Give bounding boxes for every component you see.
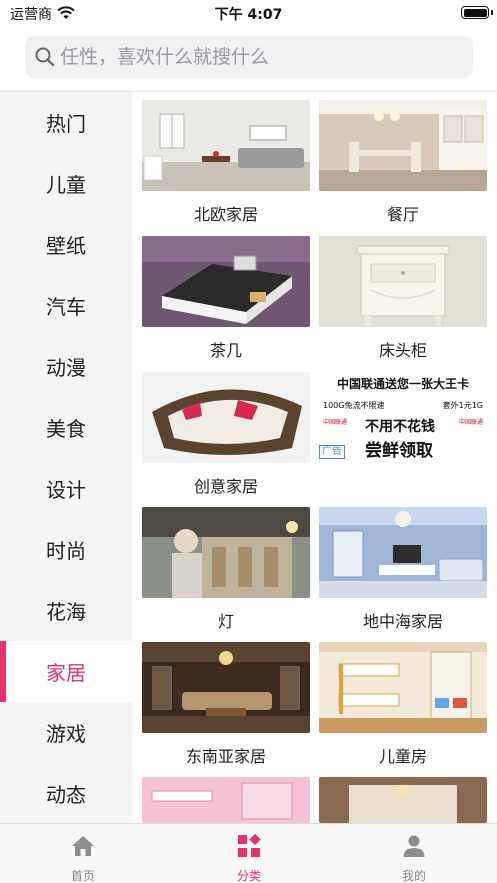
- sidebar-item-food[interactable]: 美食: [0, 397, 132, 458]
- sidebar-item-games[interactable]: 游戏: [0, 702, 132, 763]
- category-sidebar: 热门 儿童 壁纸 汽车 动漫 美食 设计 时尚 花海 家居 游戏 动态: [0, 92, 132, 823]
- sidebar-item-home[interactable]: 家居: [0, 641, 132, 702]
- sidebar-item-gifs[interactable]: 动态: [0, 763, 132, 823]
- sidebar-item-label: 动态: [46, 783, 86, 807]
- sidebar-item-wallpaper[interactable]: 壁纸: [0, 214, 132, 275]
- nordic-living-room-image: [142, 100, 310, 191]
- tab-label: 首页: [70, 869, 95, 883]
- ad-badge: 广告: [319, 445, 345, 459]
- classic-room-image: [319, 777, 487, 823]
- sidebar-item-label: 汽车: [46, 295, 86, 319]
- search-input[interactable]: [60, 36, 460, 78]
- coffee-table-image: [142, 236, 310, 327]
- sidebar-item-label: 热门: [46, 112, 86, 136]
- home-icon: [72, 836, 94, 856]
- sidebar-item-label: 花海: [46, 600, 86, 624]
- grid-card-partial-2[interactable]: [319, 777, 487, 823]
- dining-room-image: [319, 100, 487, 191]
- tab-category[interactable]: 分类: [189, 824, 309, 883]
- tab-label: 分类: [236, 869, 261, 883]
- ad-title: 中国联通送您一张大王卡: [336, 377, 469, 391]
- card-label: 地中海家居: [362, 612, 443, 631]
- sidebar-item-label: 壁纸: [46, 234, 86, 258]
- sidebar-item-label: 设计: [46, 478, 86, 502]
- bottom-tab-bar: 首页 分类 我的: [0, 823, 497, 883]
- nightstand-image: [319, 236, 487, 327]
- sidebar-item-cars[interactable]: 汽车: [0, 275, 132, 336]
- ad-subheadline: 尝鲜领取: [365, 441, 433, 461]
- battery-cap: [491, 10, 493, 15]
- clock-time: 下午 4:07: [214, 7, 283, 23]
- sidebar-item-label: 游戏: [46, 722, 86, 746]
- card-label: 北欧家居: [193, 205, 258, 224]
- card-label: 茶几: [209, 341, 242, 360]
- tab-label: 我的: [401, 869, 426, 883]
- profile-icon: [403, 835, 425, 857]
- sidebar-item-label: 动漫: [46, 356, 86, 380]
- sidebar-item-fashion[interactable]: 时尚: [0, 519, 132, 580]
- ad-logo-right: 中国联通: [458, 419, 483, 426]
- grid-card-partial-1[interactable]: [142, 777, 310, 823]
- kids-room-image: [319, 642, 487, 733]
- card-label: 餐厅: [386, 205, 419, 224]
- sidebar-item-label: 儿童: [46, 173, 86, 197]
- grid-card-dining[interactable]: 餐厅: [319, 100, 487, 225]
- card-label: 儿童房: [378, 747, 427, 766]
- search-icon: [34, 46, 56, 72]
- category-icon: [238, 834, 261, 857]
- ad-offer-left: 100G免流不限速: [323, 401, 385, 410]
- grid-card-kids-room[interactable]: 儿童房: [319, 642, 487, 767]
- sidebar-item-label: 美食: [46, 417, 86, 441]
- sidebar-item-flowers[interactable]: 花海: [0, 580, 132, 641]
- pink-room-image: [142, 777, 310, 823]
- grid-card-creative[interactable]: 创意家居: [142, 372, 310, 497]
- card-label: 东南亚家居: [185, 747, 266, 766]
- sidebar-item-design[interactable]: 设计: [0, 458, 132, 519]
- grid-card-coffee-table[interactable]: 茶几: [142, 236, 310, 361]
- sidebar-item-hot[interactable]: 热门: [0, 92, 132, 153]
- tab-profile[interactable]: 我的: [354, 824, 474, 883]
- search-bar[interactable]: [25, 36, 473, 78]
- grid-card-lamp[interactable]: 灯: [142, 507, 310, 632]
- sidebar-item-label: 时尚: [46, 539, 86, 563]
- grid-card-mediterranean[interactable]: 地中海家居: [319, 507, 487, 632]
- sidebar-item-kids[interactable]: 儿童: [0, 153, 132, 214]
- ad-logo-left: 中国联通: [323, 419, 348, 426]
- battery-icon: [461, 6, 489, 19]
- card-label: 灯: [217, 612, 234, 631]
- sidebar-item-anime[interactable]: 动漫: [0, 336, 132, 397]
- grid-card-nightstand[interactable]: 床头柜: [319, 236, 487, 361]
- card-label: 床头柜: [378, 341, 427, 360]
- tab-home[interactable]: 首页: [23, 824, 143, 883]
- card-label: 创意家居: [193, 477, 258, 496]
- creative-sofa-image: [142, 372, 310, 463]
- lamp-scene-image: [142, 507, 310, 598]
- sidebar-item-label: 家居: [46, 661, 86, 685]
- ad-banner[interactable]: 中国联通送您一张大王卡 100G免流不限速 套外1元1G 中国联通 中国联通 不…: [319, 372, 487, 463]
- ad-headline: 不用不花钱: [365, 419, 435, 435]
- grid-card-nordic[interactable]: 北欧家居: [142, 100, 310, 225]
- southeast-asian-room-image: [142, 642, 310, 733]
- ad-offer-right: 套外1元1G: [442, 401, 483, 410]
- mediterranean-room-image: [319, 507, 487, 598]
- grid-card-southeast-asian[interactable]: 东南亚家居: [142, 642, 310, 767]
- battery-level: [463, 8, 487, 17]
- status-bar: 运营商 下午 4:07: [0, 0, 497, 26]
